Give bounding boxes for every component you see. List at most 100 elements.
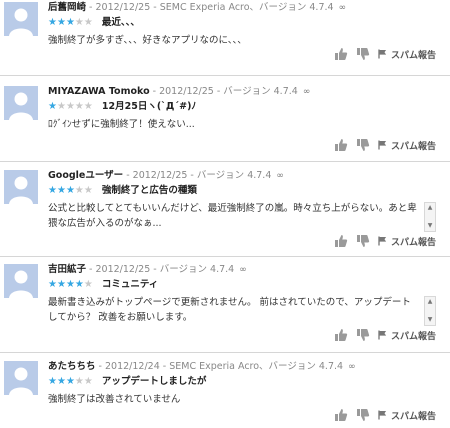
review-item: 吉田絋子 - 2012/12/25 - バージョン 4.7.4 ∞ ★★★★★ … [0, 260, 450, 348]
review-actions: スパム報告 [334, 407, 436, 423]
star-icon: ★ [48, 279, 57, 290]
star-icon: ★ [74, 101, 84, 112]
link-icon: ∞ [348, 362, 356, 372]
avatar [4, 264, 38, 298]
review-meta: Googleユーザー - 2012/12/25 - バージョン 4.7.4 ∞ [48, 170, 442, 182]
star-rating: ★★★★★ [48, 376, 96, 387]
thumbs-up-icon[interactable] [334, 138, 348, 152]
avatar [4, 86, 38, 120]
thumbs-down-icon[interactable] [356, 328, 370, 342]
spam-report-button[interactable]: スパム報告 [378, 409, 436, 422]
star-icon: ★ [48, 376, 57, 387]
review-author[interactable]: MIYAZAWA Tomoko [48, 86, 150, 97]
link-icon: ∞ [239, 265, 247, 275]
star-icon: ★ [65, 279, 75, 290]
flag-icon [378, 49, 387, 59]
star-icon: ★ [65, 185, 75, 196]
review-actions: スパム報告 [334, 137, 436, 153]
star-icon: ★ [74, 376, 84, 387]
thumbs-down-icon[interactable] [356, 234, 370, 248]
review-meta: あたちちち - 2012/12/24 - SEMC Experia Acro、バ… [48, 361, 442, 373]
scroll-up-arrow-icon[interactable]: ▲ [425, 204, 435, 212]
flag-icon [378, 140, 387, 150]
thumbs-down-icon[interactable] [356, 47, 370, 61]
link-icon: ∞ [302, 87, 311, 97]
star-icon: ★ [56, 101, 66, 112]
review-rating-line: ★★★★★ 最近、、、 [48, 17, 140, 29]
star-icon: ★ [48, 185, 57, 196]
review-divider [0, 256, 450, 257]
flag-icon [378, 330, 387, 340]
review-date-device: - 2012/12/24 - SEMC Experia Acro、バージョン 4… [98, 361, 344, 372]
scroll-down-arrow-icon[interactable]: ▼ [425, 316, 435, 324]
review-author[interactable]: Googleユーザー [48, 170, 123, 181]
spam-report-label: スパム報告 [390, 141, 436, 152]
review-divider [0, 161, 450, 162]
review-actions: スパム報告 [334, 46, 436, 62]
star-icon: ★ [74, 279, 84, 290]
spam-report-button[interactable]: スパム報告 [378, 329, 436, 342]
avatar [4, 170, 38, 204]
thumbs-up-icon[interactable] [334, 328, 348, 342]
review-divider [0, 75, 450, 76]
star-icon: ★ [83, 279, 93, 290]
review-rating-line: ★★★★★ 12月25日ヽ(`Д´#)ﾉ [48, 101, 196, 113]
thumbs-up-icon[interactable] [334, 234, 348, 248]
star-icon: ★ [83, 17, 93, 28]
star-icon: ★ [56, 279, 66, 290]
review-meta: MIYAZAWA Tomoko - 2012/12/25 - バージョン 4.7… [48, 86, 442, 98]
star-icon: ★ [74, 17, 84, 28]
star-icon: ★ [56, 17, 66, 28]
star-icon: ★ [48, 101, 57, 112]
spam-report-label: スパム報告 [390, 331, 436, 342]
star-icon: ★ [65, 17, 75, 28]
review-actions: スパム報告 [334, 233, 436, 249]
review-meta: 后舊岡崎 - 2012/12/25 - SEMC Experia Acro、バー… [48, 2, 442, 14]
thumbs-down-icon[interactable] [356, 138, 370, 152]
star-rating: ★★★★★ [48, 101, 96, 112]
thumbs-up-icon[interactable] [334, 408, 348, 422]
review-list: 后舊岡崎 - 2012/12/25 - SEMC Experia Acro、バー… [0, 0, 450, 428]
review-author[interactable]: あたちちち [48, 361, 96, 372]
spam-report-button[interactable]: スパム報告 [378, 48, 436, 61]
review-body: 公式と比較してとてもいいんだけど、最近強制終了の嵐。時々立ち上がらない。あと卑猥… [48, 203, 417, 229]
review-date-device: - 2012/12/25 - バージョン 4.7.4 [126, 170, 272, 181]
star-icon: ★ [48, 17, 57, 28]
thumbs-down-icon[interactable] [356, 408, 370, 422]
star-icon: ★ [83, 185, 93, 196]
review-item: MIYAZAWA Tomoko - 2012/12/25 - バージョン 4.7… [0, 82, 450, 158]
review-item: 后舊岡崎 - 2012/12/25 - SEMC Experia Acro、バー… [0, 0, 450, 67]
review-title: アップデートしましたが [101, 376, 207, 387]
spam-report-label: スパム報告 [390, 411, 436, 422]
review-divider [0, 352, 450, 353]
review-body: ﾛｸﾞｲﾝせずに強制終了！使えない... [48, 119, 195, 130]
review-date-device: - 2012/12/25 - バージョン 4.7.4 [152, 86, 298, 97]
review-actions: スパム報告 [334, 327, 436, 343]
star-icon: ★ [56, 185, 66, 196]
review-body: 最新書き込みがトップページで更新されません。 前はされていたので、アップデートし… [48, 297, 411, 323]
scroll-down-arrow-icon[interactable]: ▼ [425, 222, 435, 230]
star-icon: ★ [83, 376, 93, 387]
review-item: Googleユーザー - 2012/12/25 - バージョン 4.7.4 ∞ … [0, 166, 450, 254]
review-scrollbar[interactable]: ▲ ▼ [424, 202, 436, 232]
star-icon: ★ [83, 101, 93, 112]
review-date-device: - 2012/12/25 - バージョン 4.7.4 [89, 264, 235, 275]
spam-report-label: スパム報告 [390, 50, 436, 61]
avatar [4, 361, 38, 395]
thumbs-up-icon[interactable] [334, 47, 348, 61]
star-rating: ★★★★★ [48, 279, 96, 290]
review-title: 12月25日ヽ(`Д´#)ﾉ [101, 101, 197, 112]
star-icon: ★ [65, 376, 75, 387]
review-rating-line: ★★★★★ アップデートしましたが [48, 376, 206, 388]
avatar [4, 2, 38, 36]
review-meta: 吉田絋子 - 2012/12/25 - バージョン 4.7.4 ∞ [48, 264, 442, 276]
flag-icon [378, 410, 387, 420]
link-icon: ∞ [276, 171, 284, 181]
review-scrollbar[interactable]: ▲ ▼ [424, 296, 436, 326]
scroll-up-arrow-icon[interactable]: ▲ [425, 298, 435, 306]
review-rating-line: ★★★★★ 強制終了と広告の種類 [48, 185, 197, 197]
spam-report-button[interactable]: スパム報告 [378, 235, 436, 248]
review-author[interactable]: 后舊岡崎 [48, 2, 86, 13]
review-author[interactable]: 吉田絋子 [48, 264, 86, 275]
spam-report-button[interactable]: スパム報告 [378, 139, 436, 152]
